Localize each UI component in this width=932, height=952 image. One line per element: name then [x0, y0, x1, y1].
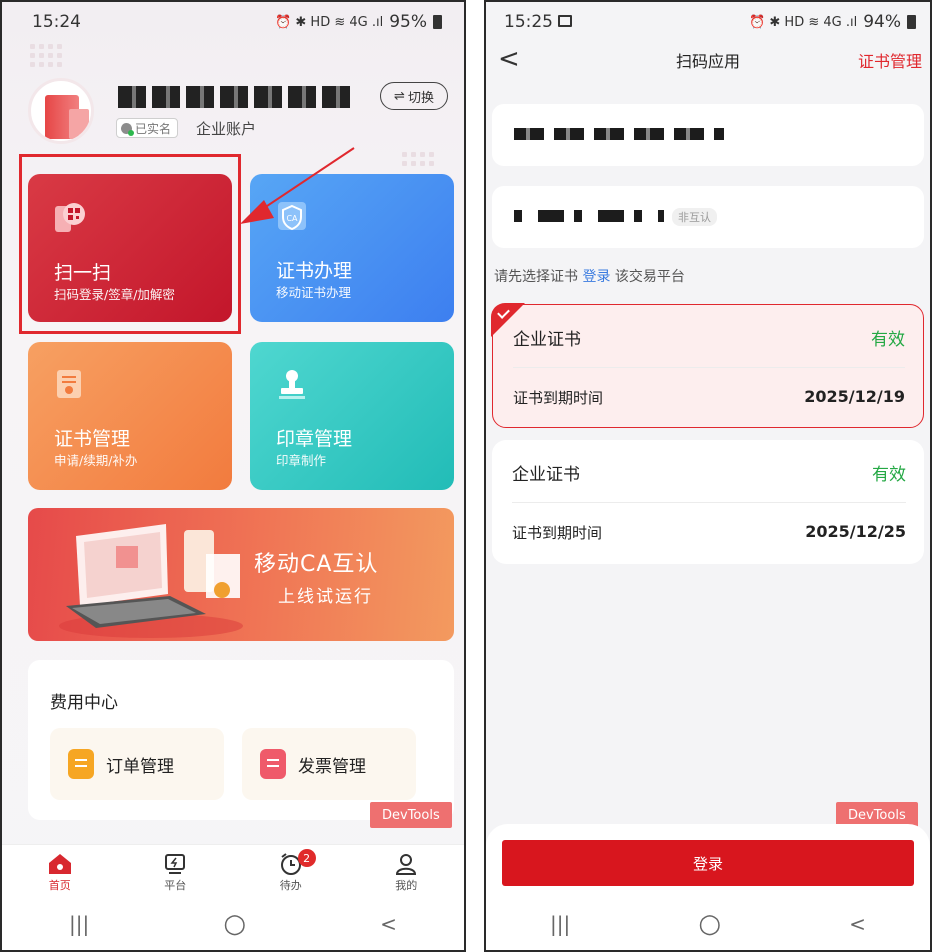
org-name-redacted — [514, 210, 664, 222]
switch-icon: ⇌ — [394, 88, 405, 104]
fee-center-title: 费用中心 — [50, 693, 118, 713]
cert-item[interactable]: 企业证书 有效 证书到期时间 2025/12/19 — [491, 303, 924, 428]
org-name-box: 非互认 — [492, 186, 924, 248]
battery-level: 94% — [863, 12, 901, 32]
cert-apply-subtitle: 移动证书办理 — [276, 285, 352, 300]
account-type: 企业账户 — [196, 120, 257, 138]
battery-icon — [433, 15, 442, 29]
select-cert-hint: 请先选择证书 登录 该交易平台 — [494, 266, 685, 286]
user-icon — [396, 854, 417, 875]
system-nav-bar: ||| ○ < — [2, 898, 464, 950]
back-button[interactable]: < — [380, 912, 397, 936]
system-nav-bar: ||| ○ < — [486, 898, 930, 950]
seal-manage-card[interactable]: 印章管理 印章制作 — [250, 342, 454, 490]
cert-name: 企业证书 — [513, 330, 581, 350]
status-time: 15:25 — [504, 12, 553, 32]
order-icon — [68, 749, 94, 779]
tab-platform[interactable]: 平台 — [118, 845, 234, 902]
devtools-button[interactable]: DevTools — [370, 802, 452, 828]
header: < 扫码应用 证书管理 — [486, 42, 930, 78]
status-bar: 15:25 ⏰ ✱ HD ≋ 4G .ıl 94% — [486, 2, 930, 42]
avatar[interactable] — [28, 78, 94, 144]
status-time: 15:24 — [32, 12, 81, 32]
recent-apps-button[interactable]: ||| — [69, 912, 89, 936]
laptop-illustration-icon — [59, 524, 243, 638]
cert-manage-subtitle: 申请/续期/补办 — [54, 453, 138, 468]
cert-apply-title: 证书办理 — [276, 260, 353, 282]
cert-status: 有效 — [872, 465, 906, 485]
hint-text-after: 该交易平台 — [614, 269, 685, 285]
seal-manage-subtitle: 印章制作 — [276, 453, 327, 468]
non-mutual-tag: 非互认 — [672, 208, 717, 226]
cert-expiry-date: 2025/12/19 — [804, 387, 905, 406]
cert-expiry-label: 证书到期时间 — [512, 524, 603, 542]
platform-name-redacted — [514, 128, 724, 140]
order-manage-label: 订单管理 — [106, 756, 174, 777]
status-indicators: ⏰ ✱ HD ≋ 4G .ıl — [275, 14, 384, 30]
tab-todo-label: 待办 — [279, 879, 302, 892]
image-icon — [558, 15, 572, 27]
banner-title: 移动CA互认 — [254, 552, 379, 577]
mutual-ca-banner[interactable]: 移动CA互认 上线试运行 — [28, 508, 454, 641]
home-button[interactable]: ○ — [223, 909, 246, 939]
tab-home[interactable]: 首页 — [2, 845, 118, 902]
decor-dots — [30, 44, 62, 67]
invoice-manage-label: 发票管理 — [298, 756, 366, 777]
hint-login-link[interactable]: 登录 — [582, 269, 610, 285]
status-icons: ⏰ ✱ HD ≋ 4G .ıl 95% — [275, 12, 442, 32]
battery-level: 95% — [389, 12, 427, 32]
switch-label: 切换 — [407, 90, 434, 106]
certificate-icon — [57, 370, 81, 398]
decor-dots — [402, 152, 434, 166]
home-button[interactable]: ○ — [698, 909, 721, 939]
company-name-redacted — [118, 86, 356, 108]
invoice-manage-button[interactable]: 发票管理 — [242, 728, 416, 800]
home-icon — [48, 854, 71, 874]
recent-apps-button[interactable]: ||| — [550, 912, 570, 936]
back-button[interactable]: < — [849, 912, 866, 936]
platform-icon — [165, 854, 186, 874]
cert-manage-link[interactable]: 证书管理 — [858, 48, 922, 72]
order-manage-button[interactable]: 订单管理 — [50, 728, 224, 800]
seal-stamp-icon — [279, 370, 305, 399]
cert-item[interactable]: 企业证书 有效 证书到期时间 2025/12/25 — [492, 440, 924, 564]
battery-icon — [907, 15, 916, 29]
login-button[interactable]: 登录 — [502, 840, 914, 886]
tab-mine[interactable]: 我的 — [349, 845, 465, 902]
invoice-icon — [260, 749, 286, 779]
platform-name-box — [492, 104, 924, 166]
banner-subtitle: 上线试运行 — [278, 587, 373, 607]
tab-home-label: 首页 — [48, 879, 71, 892]
scan-app-screen: 15:25 ⏰ ✱ HD ≋ 4G .ıl 94% < 扫码应用 证书管理 非互… — [484, 0, 932, 952]
seal-manage-title: 印章管理 — [276, 428, 353, 450]
verified-label: 已实名 — [135, 122, 172, 136]
cert-expiry-date: 2025/12/25 — [805, 522, 906, 541]
status-bar: 15:24 ⏰ ✱ HD ≋ 4G .ıl 95% — [2, 2, 464, 42]
cert-status: 有效 — [871, 330, 905, 350]
cert-manage-card[interactable]: 证书管理 申请/续期/补办 — [28, 342, 232, 490]
cert-name: 企业证书 — [512, 465, 580, 485]
hint-text-before: 请先选择证书 — [494, 269, 578, 285]
switch-account-button[interactable]: ⇌ 切换 — [380, 82, 448, 110]
person-check-icon — [121, 123, 134, 136]
home-screen: 15:24 ⏰ ✱ HD ≋ 4G .ıl 95% 已实名 企业账户 ⇌ 切换 扫… — [0, 0, 466, 952]
annotation-arrow-icon — [240, 147, 355, 224]
tab-todo[interactable]: 2 待办 — [233, 845, 349, 902]
tab-mine-label: 我的 — [395, 879, 418, 892]
todo-badge: 2 — [297, 849, 316, 867]
tab-platform-label: 平台 — [164, 879, 187, 892]
status-indicators: ⏰ ✱ HD ≋ 4G .ıl — [749, 14, 858, 30]
status-icons: ⏰ ✱ HD ≋ 4G .ıl 94% — [749, 12, 916, 32]
fee-center: 费用中心 订单管理 发票管理 — [28, 660, 454, 820]
verified-badge: 已实名 — [116, 118, 179, 138]
cert-expiry-label: 证书到期时间 — [513, 389, 604, 407]
tab-bar: 首页 平台 2 待办 我的 — [2, 844, 464, 902]
annotation-highlight-box — [19, 154, 241, 334]
cert-manage-title: 证书管理 — [54, 428, 131, 450]
